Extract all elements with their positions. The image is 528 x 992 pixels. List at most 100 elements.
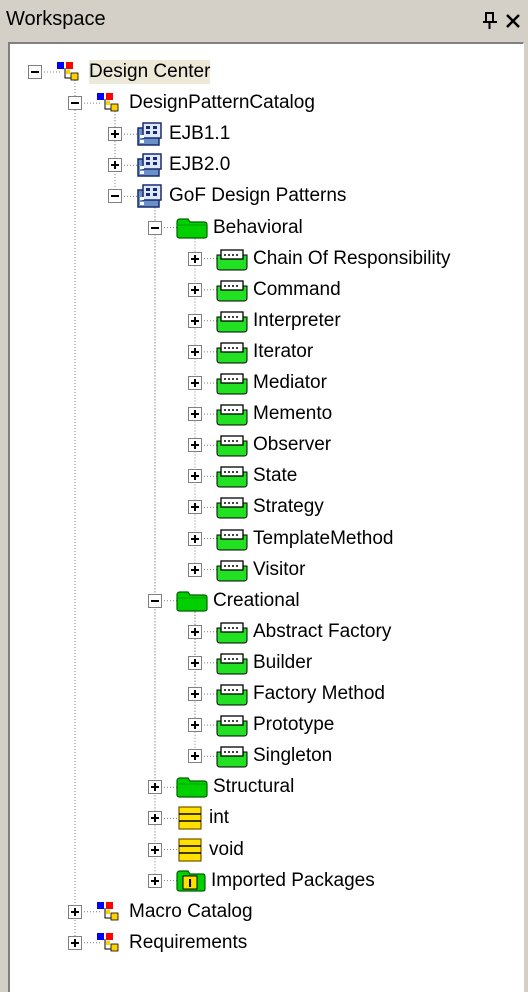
tree-item-void[interactable]: void	[147, 834, 520, 866]
expand-icon[interactable]	[188, 655, 202, 670]
tree-item-pattern[interactable]: TemplateMethod	[187, 523, 520, 555]
expand-icon[interactable]	[108, 158, 122, 173]
tree-item-ejb11[interactable]: EJB1.1	[107, 118, 520, 150]
expand-icon[interactable]	[68, 935, 82, 950]
expand-icon[interactable]	[188, 500, 202, 515]
tree-item-label: Visitor	[253, 558, 306, 580]
tree-item-label: Command	[253, 278, 341, 300]
svg-text:I: I	[188, 877, 192, 890]
pattern-icon	[215, 340, 249, 369]
tree-item-requirements[interactable]: Requirements	[67, 927, 520, 959]
expand-icon[interactable]	[148, 780, 162, 795]
tree-item-label: TemplateMethod	[253, 527, 394, 549]
tree-item-label: Design Center	[89, 60, 211, 84]
expand-icon[interactable]	[188, 376, 202, 390]
tree-item-imported-packages[interactable]: I Imported Packages	[147, 865, 520, 897]
tree-item-pattern[interactable]: Singleton	[187, 740, 520, 772]
tree-item-label: State	[253, 465, 298, 487]
pattern-icon	[215, 371, 249, 400]
expand-icon[interactable]	[188, 531, 202, 546]
collapse-icon[interactable]	[28, 65, 42, 79]
expand-icon[interactable]	[188, 718, 202, 733]
collapse-icon[interactable]	[68, 96, 82, 111]
tree-item-pattern[interactable]: Abstract Factory	[187, 616, 520, 648]
tree-item-pattern[interactable]: Command	[187, 274, 520, 306]
tree-item-label: Factory Method	[253, 683, 385, 704]
tree-item-macro-catalog[interactable]: Macro Catalog	[67, 896, 520, 928]
pin-icon[interactable]	[480, 10, 500, 32]
tree-folder-structural[interactable]: Structural	[147, 771, 520, 803]
tree-item-pattern[interactable]: Mediator	[187, 367, 520, 399]
expand-icon[interactable]	[188, 282, 202, 297]
expand-icon[interactable]	[188, 749, 202, 764]
tree-item-pattern[interactable]: Prototype	[187, 709, 520, 741]
tree-item-label: Strategy	[253, 496, 324, 518]
tree-item-catalog[interactable]: DesignPatternCatalog	[67, 87, 520, 119]
close-icon[interactable]	[502, 10, 524, 32]
catalog-icon	[95, 900, 125, 929]
expand-icon[interactable]	[108, 127, 122, 142]
tree-item-label: Behavioral	[213, 216, 303, 238]
tree-item-label: Structural	[213, 776, 295, 798]
package-icon	[135, 121, 165, 152]
tree-item-pattern[interactable]: Factory Method	[187, 678, 520, 710]
pattern-icon	[215, 682, 249, 711]
collapse-icon[interactable]	[148, 593, 162, 608]
imported-package-icon: I	[175, 868, 207, 899]
tree-item-label: Singleton	[253, 745, 333, 767]
pattern-icon	[215, 558, 249, 587]
expand-icon[interactable]	[188, 562, 202, 577]
tree-item-label: void	[209, 838, 244, 860]
tree-item-pattern[interactable]: Interpreter	[187, 305, 520, 337]
tree-item-pattern[interactable]: Builder	[187, 647, 520, 679]
expand-icon[interactable]	[188, 344, 202, 359]
tree-item-pattern[interactable]: State	[187, 460, 520, 492]
tree-item-label: int	[209, 807, 230, 829]
tree-item-label: EJB1.1	[169, 123, 231, 145]
catalog-icon	[55, 60, 85, 89]
tree-item-label: Interpreter	[253, 309, 341, 331]
catalog-icon	[95, 91, 125, 120]
tree-item-label: Memento	[253, 403, 333, 425]
tree-item-pattern[interactable]: Memento	[187, 398, 520, 430]
expand-icon[interactable]	[188, 407, 202, 422]
tree-item-gof[interactable]: GoF Design Patterns	[107, 180, 520, 212]
tree-item-label: Observer	[253, 434, 332, 456]
tree-item-ejb20[interactable]: EJB2.0	[107, 149, 520, 181]
tree-folder-behavioral[interactable]: Behavioral	[147, 212, 520, 244]
tree-item-label: Builder	[253, 651, 313, 673]
tree-item-label: Prototype	[253, 714, 335, 736]
tree-item-pattern[interactable]: Chain Of Responsibility	[187, 243, 520, 275]
tree-item-pattern[interactable]: Observer	[187, 429, 520, 461]
tree-item-label: Abstract Factory	[253, 620, 392, 642]
expand-icon[interactable]	[188, 687, 202, 701]
expand-icon[interactable]	[148, 873, 162, 888]
tree-item-int[interactable]: int	[147, 802, 520, 834]
collapse-icon[interactable]	[108, 189, 122, 204]
expand-icon[interactable]	[188, 251, 202, 266]
workspace-panel: Workspace Design Center DesignPatternCata…	[0, 0, 528, 992]
catalog-icon	[95, 931, 125, 960]
expand-icon[interactable]	[188, 313, 202, 328]
expand-icon[interactable]	[148, 811, 162, 826]
tree-item-pattern[interactable]: Iterator	[187, 336, 520, 368]
tree-root[interactable]: Design Center	[27, 56, 520, 88]
pattern-icon	[215, 620, 249, 649]
tree-item-label: EJB2.0	[169, 154, 231, 176]
expand-icon[interactable]	[68, 904, 82, 919]
tree-folder-creational[interactable]: Creational	[147, 585, 520, 617]
expand-icon[interactable]	[148, 842, 162, 857]
pattern-icon	[215, 309, 249, 338]
type-icon	[175, 837, 205, 868]
expand-icon[interactable]	[188, 624, 202, 639]
expand-icon[interactable]	[188, 469, 202, 484]
collapse-icon[interactable]	[148, 220, 162, 235]
tree-item-pattern[interactable]: Visitor	[187, 554, 520, 586]
expand-icon[interactable]	[188, 438, 202, 453]
pattern-icon	[215, 527, 249, 556]
tree-item-label: GoF Design Patterns	[169, 185, 347, 207]
tree-item-pattern[interactable]: Strategy	[187, 491, 520, 523]
pattern-icon	[215, 433, 249, 462]
pattern-icon	[215, 495, 249, 524]
pattern-icon	[215, 247, 249, 276]
